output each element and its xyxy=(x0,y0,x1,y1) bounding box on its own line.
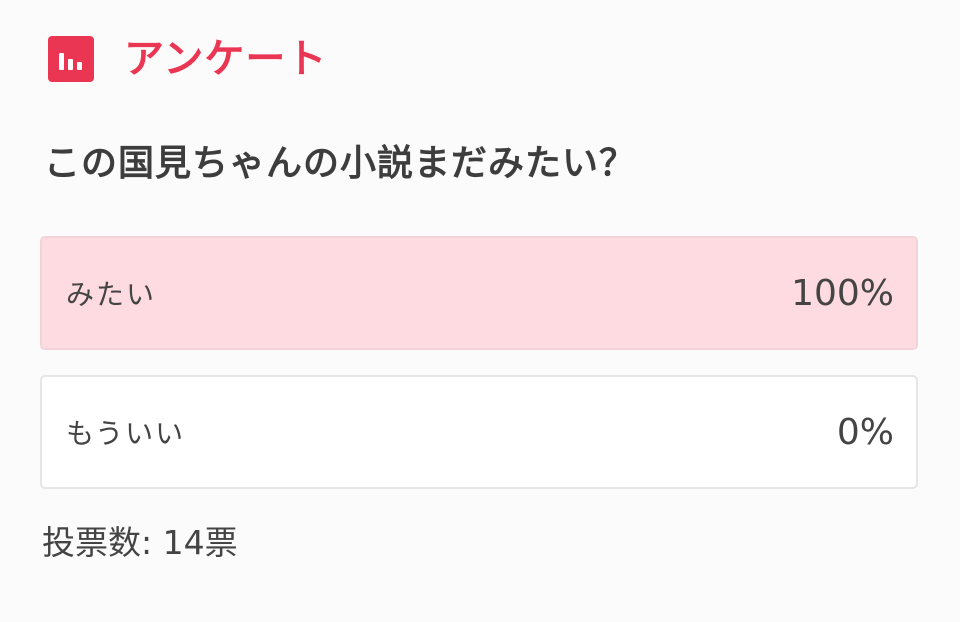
poll-option-label: もういい xyxy=(66,417,186,450)
poll-option-label: みたい xyxy=(66,278,157,311)
vote-count: 投票数: 14票 xyxy=(42,523,238,562)
poll-header: アンケート xyxy=(48,36,327,82)
poll-option-mouii[interactable]: もういい 0% xyxy=(40,375,918,489)
poll-option-mitai[interactable]: みたい 100% xyxy=(40,236,918,350)
poll-question: この国見ちゃんの小説まだみたい？ xyxy=(44,143,637,184)
poll-option-percent: 0% xyxy=(836,411,894,453)
poll-title: アンケート xyxy=(124,36,328,82)
poll-option-percent: 100% xyxy=(791,272,894,314)
poll-option-fill xyxy=(42,238,916,348)
bar-chart-icon xyxy=(48,36,94,82)
